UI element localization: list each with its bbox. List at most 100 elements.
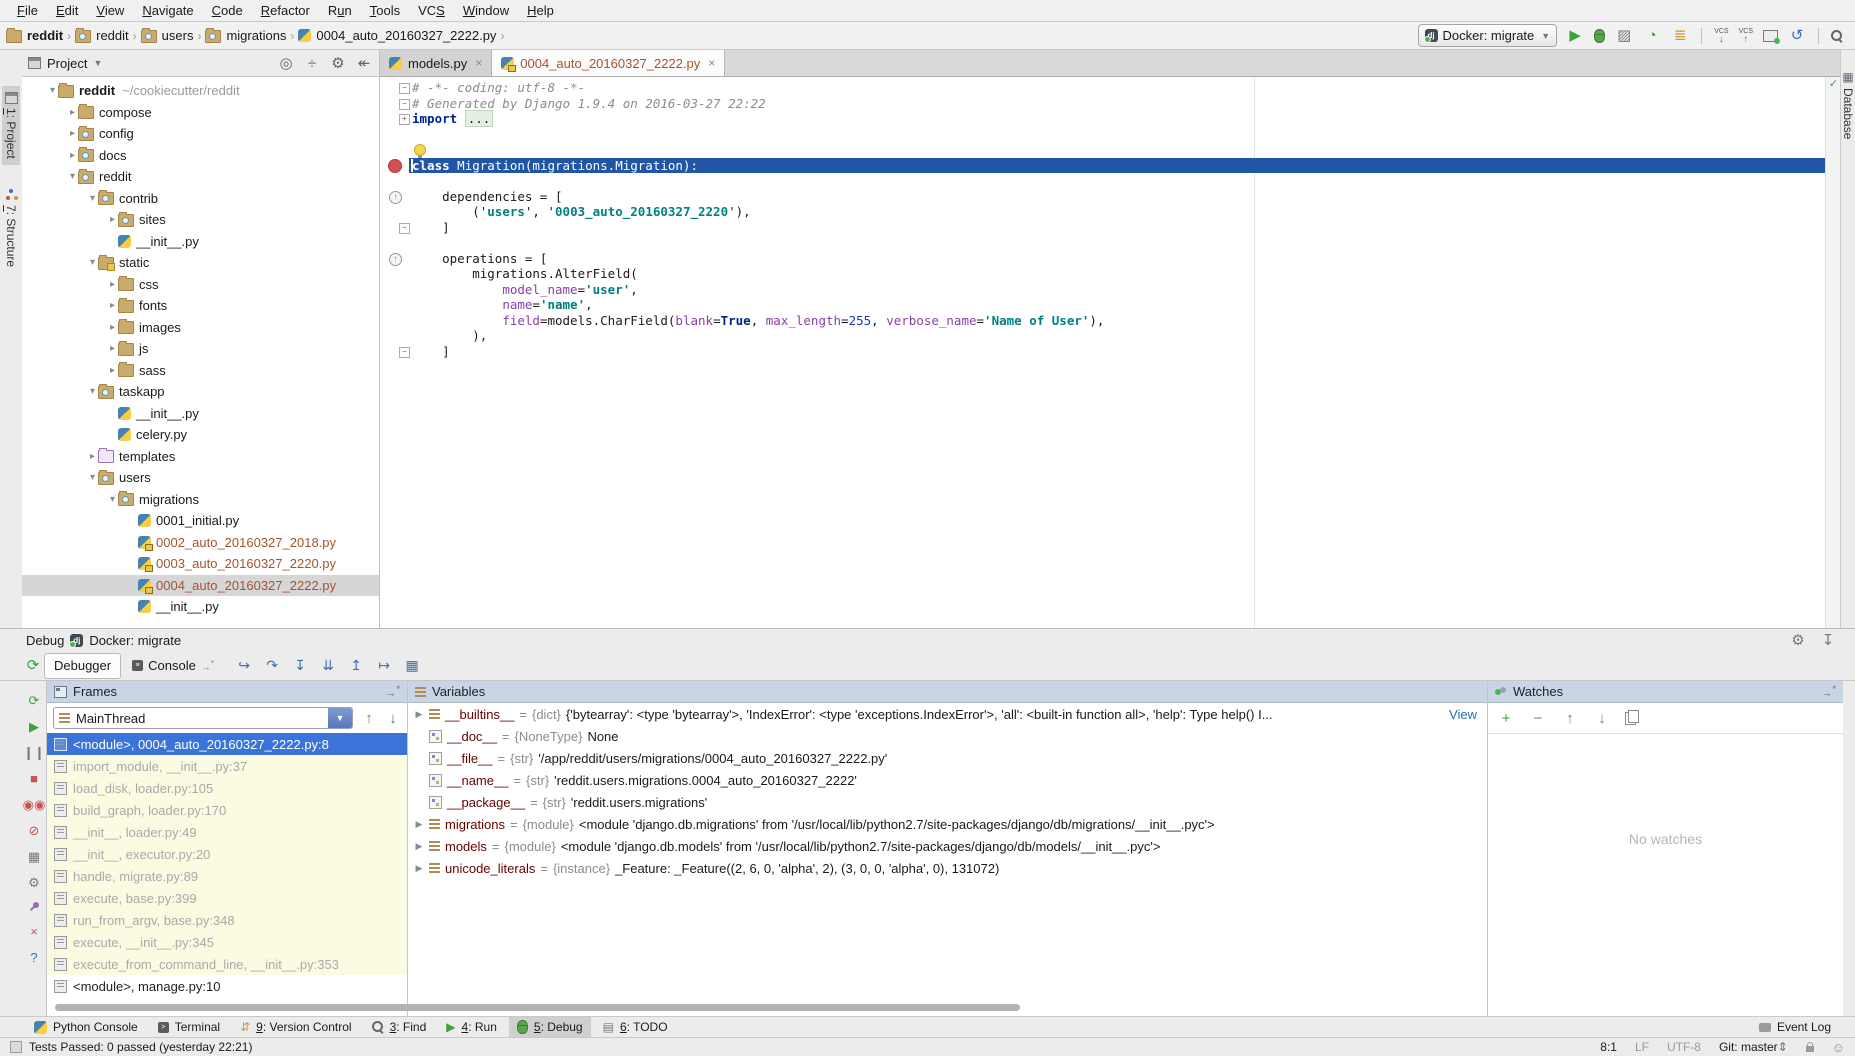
tree-item-images[interactable]: ▸images bbox=[22, 317, 379, 339]
code-area[interactable]: # -*- coding: utf-8 -*-−# Generated by D… bbox=[380, 77, 1826, 628]
frame-row[interactable]: <module>, manage.py:10 bbox=[47, 975, 407, 997]
variable-row[interactable]: __package__={str}'reddit.users.migration… bbox=[408, 791, 1487, 813]
stop-icon[interactable]: ■ bbox=[25, 771, 43, 786]
breadcrumb-item[interactable]: reddit bbox=[75, 28, 129, 43]
menu-code[interactable]: Code bbox=[203, 0, 252, 22]
frame-row[interactable]: __init__, loader.py:49 bbox=[47, 821, 407, 843]
locate-icon[interactable]: ◎ bbox=[277, 56, 295, 71]
collapse-all-icon[interactable]: ÷ bbox=[303, 56, 321, 71]
code-line[interactable] bbox=[380, 142, 1826, 158]
pause-icon[interactable]: ❙❙ bbox=[25, 745, 43, 760]
previous-frame-icon[interactable]: ↑ bbox=[361, 711, 377, 726]
toolwindow-9--version-control[interactable]: ⇵9: Version Control bbox=[232, 1017, 359, 1037]
panel-pin-icon[interactable]: →* bbox=[385, 684, 400, 700]
pin-icon[interactable] bbox=[28, 901, 40, 913]
breadcrumb-item[interactable]: 0004_auto_20160327_2222.py bbox=[298, 28, 496, 43]
tree-item-contrib[interactable]: ▾contrib bbox=[22, 188, 379, 210]
tool-stripe-tab-database[interactable]: ▦Database bbox=[1839, 64, 1855, 145]
restore-layout-icon[interactable]: ▦ bbox=[25, 849, 43, 864]
vcs-update-icon[interactable]: VCS↓ bbox=[1714, 28, 1728, 44]
menu-tools[interactable]: Tools bbox=[361, 0, 409, 22]
chevron-down-icon[interactable]: ▼ bbox=[93, 58, 102, 68]
tree-expand-icon[interactable]: ▸ bbox=[67, 107, 78, 118]
variable-row[interactable]: __name__={str}'reddit.users.migrations.0… bbox=[408, 769, 1487, 791]
tree-item-reddit[interactable]: ▾reddit bbox=[22, 166, 379, 188]
menu-vcs[interactable]: VCS bbox=[409, 0, 454, 22]
tree-item-sites[interactable]: ▸sites bbox=[22, 209, 379, 231]
toolwindow-python-console[interactable]: Python Console bbox=[26, 1017, 146, 1037]
add-watch-icon[interactable]: + bbox=[1497, 711, 1515, 726]
coverage-icon[interactable]: ▨ bbox=[1615, 28, 1633, 43]
code-line[interactable]: ] bbox=[380, 220, 1826, 236]
tree-expand-icon[interactable]: ▸ bbox=[107, 365, 118, 376]
breadcrumb-item[interactable]: reddit bbox=[6, 28, 63, 43]
variable-row[interactable]: ▶migrations={module}<module 'django.db.m… bbox=[408, 813, 1487, 835]
rerun-debug-icon[interactable]: ⟳ bbox=[24, 658, 42, 673]
tree-expand-icon[interactable]: ▾ bbox=[87, 257, 98, 268]
frame-row[interactable]: __init__, executor.py:20 bbox=[47, 843, 407, 865]
git-branch[interactable]: Git: master⇕ bbox=[1719, 1040, 1788, 1054]
menu-edit[interactable]: Edit bbox=[47, 0, 87, 22]
code-line[interactable]: model_name='user', bbox=[380, 282, 1826, 298]
code-line[interactable] bbox=[380, 235, 1826, 251]
duplicate-watch-icon[interactable] bbox=[1625, 712, 1636, 725]
tree-item-sass[interactable]: ▸sass bbox=[22, 360, 379, 382]
debug-tab-console[interactable]: ≡Console→* bbox=[123, 654, 223, 678]
view-breakpoints-icon[interactable]: ◉◉ bbox=[25, 797, 43, 812]
frame-row[interactable]: load_disk, loader.py:105 bbox=[47, 777, 407, 799]
code-line[interactable]: field=models.CharField(blank=True, max_l… bbox=[380, 313, 1826, 329]
help-icon[interactable]: ? bbox=[25, 950, 43, 965]
tree-item-compose[interactable]: ▸compose bbox=[22, 102, 379, 124]
tree-item-celery-py[interactable]: celery.py bbox=[22, 424, 379, 446]
tree-item-__init__-py[interactable]: __init__.py bbox=[22, 231, 379, 253]
rerun-icon[interactable]: ⟳ bbox=[25, 693, 43, 708]
menu-view[interactable]: View bbox=[87, 0, 133, 22]
remove-watch-icon[interactable]: − bbox=[1529, 711, 1547, 726]
tree-expand-icon[interactable]: ▸ bbox=[107, 214, 118, 225]
run-to-cursor-icon[interactable]: ↦ bbox=[375, 658, 393, 673]
execution-line[interactable]: class Migration(migrations.Migration): bbox=[380, 158, 1826, 174]
variable-expand-icon[interactable]: ▶ bbox=[414, 709, 424, 720]
tree-expand-icon[interactable]: ▸ bbox=[87, 451, 98, 462]
code-line[interactable]: ), bbox=[380, 328, 1826, 344]
run-configuration-select[interactable]: dj Docker: migrate ▼ bbox=[1418, 24, 1558, 47]
fold-marker-icon[interactable]: − bbox=[399, 83, 410, 94]
frame-row[interactable]: handle, migrate.py:89 bbox=[47, 865, 407, 887]
debug-tab-debugger[interactable]: Debugger bbox=[44, 653, 121, 679]
tree-expand-icon[interactable]: ▸ bbox=[107, 300, 118, 311]
intention-bulb-icon[interactable] bbox=[414, 144, 426, 156]
code-line[interactable]: migrations.AlterField( bbox=[380, 266, 1826, 282]
code-line[interactable] bbox=[380, 127, 1826, 143]
code-line[interactable]: import ... bbox=[380, 111, 1826, 127]
tree-item-config[interactable]: ▸config bbox=[22, 123, 379, 145]
code-line[interactable]: operations = [ bbox=[380, 251, 1826, 267]
code-line[interactable]: ] bbox=[380, 344, 1826, 360]
tree-expand-icon[interactable]: ▾ bbox=[87, 386, 98, 397]
menu-run[interactable]: Run bbox=[319, 0, 361, 22]
tree-item-0003_auto_20160327_2220-py[interactable]: 0003_auto_20160327_2220.py bbox=[22, 553, 379, 575]
horizontal-scrollbar[interactable] bbox=[55, 1004, 1020, 1011]
frame-row[interactable]: execute_from_command_line, __init__.py:3… bbox=[47, 953, 407, 975]
panel-pin-icon[interactable]: →* bbox=[1821, 684, 1836, 700]
tree-item-0001_initial-py[interactable]: 0001_initial.py bbox=[22, 510, 379, 532]
variable-row[interactable]: ▶unicode_literals={instance}_Feature: _F… bbox=[408, 857, 1487, 879]
breadcrumb-item[interactable]: users bbox=[141, 28, 194, 43]
code-line[interactable]: # Generated by Django 1.9.4 on 2016-03-2… bbox=[380, 96, 1826, 112]
tree-item-taskapp[interactable]: ▾taskapp bbox=[22, 381, 379, 403]
frame-row[interactable]: build_graph, loader.py:170 bbox=[47, 799, 407, 821]
tree-item-templates[interactable]: ▸templates bbox=[22, 446, 379, 468]
variable-expand-icon[interactable]: ▶ bbox=[414, 841, 424, 852]
thread-selector[interactable]: MainThread ▼ bbox=[53, 707, 353, 729]
step-into-icon[interactable]: ↧ bbox=[291, 658, 309, 673]
variable-row[interactable]: ▶models={module}<module 'django.db.model… bbox=[408, 835, 1487, 857]
step-out-icon[interactable]: ↥ bbox=[347, 658, 365, 673]
tree-expand-icon[interactable]: ▸ bbox=[107, 343, 118, 354]
undo-icon[interactable]: ↺ bbox=[1788, 28, 1806, 43]
run-icon[interactable]: ▶ bbox=[1566, 28, 1584, 43]
vcs-commit-icon[interactable]: VCS↑ bbox=[1739, 28, 1753, 44]
frame-row[interactable]: execute, base.py:399 bbox=[47, 887, 407, 909]
code-line[interactable] bbox=[380, 173, 1826, 189]
move-up-icon[interactable]: ↑ bbox=[1561, 711, 1579, 726]
frame-row[interactable]: run_from_argv, base.py:348 bbox=[47, 909, 407, 931]
close-tab-icon[interactable]: × bbox=[708, 56, 715, 70]
